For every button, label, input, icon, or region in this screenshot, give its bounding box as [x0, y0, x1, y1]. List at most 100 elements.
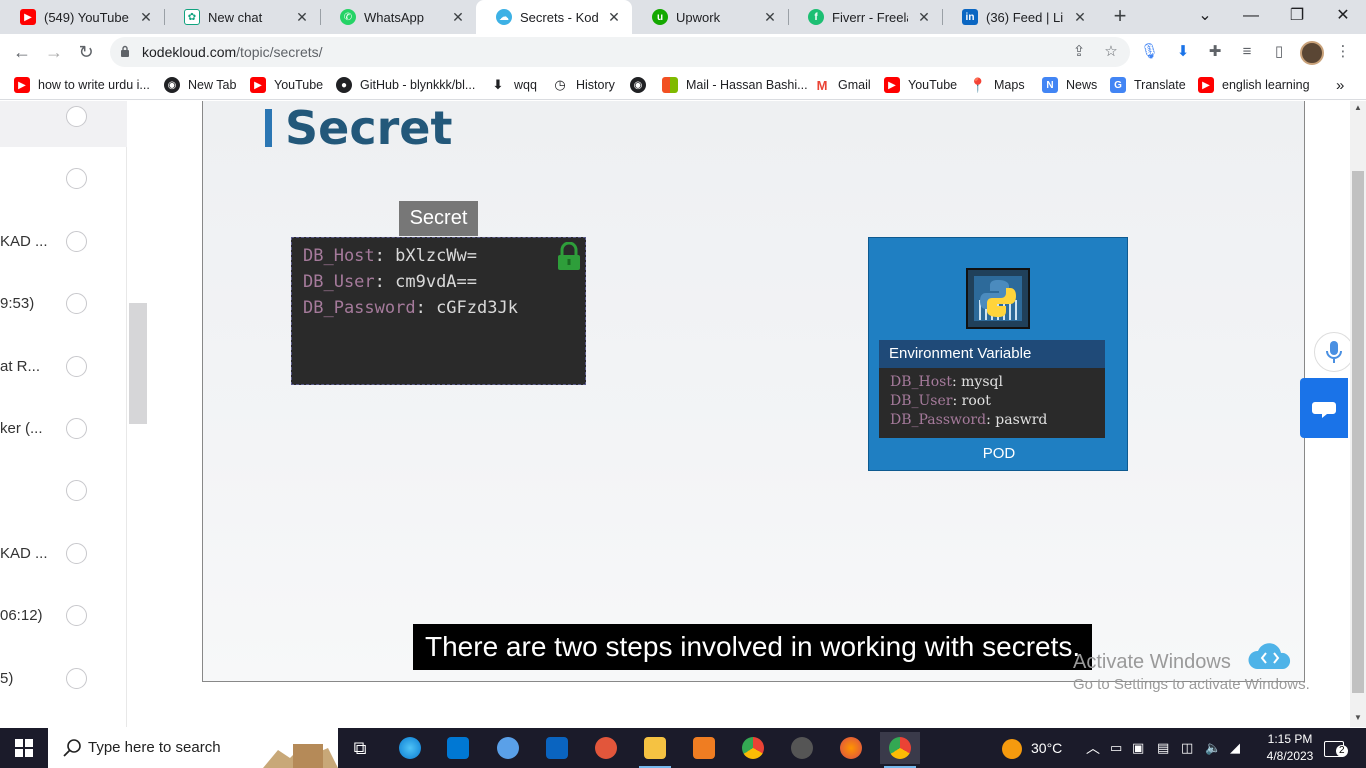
- lesson-item[interactable]: ker (...: [0, 414, 127, 444]
- lesson-item[interactable]: 9:53): [0, 289, 127, 319]
- notification-center-button[interactable]: 2: [1324, 728, 1348, 768]
- mail-app[interactable]: [537, 732, 577, 764]
- snail-app[interactable]: [586, 732, 626, 764]
- settings-app[interactable]: [684, 732, 724, 764]
- restore-button[interactable]: ❐: [1274, 0, 1320, 34]
- reload-button[interactable]: ↻: [74, 40, 98, 64]
- tab-fiverr[interactable]: f Fiverr - Freelance ✕: [788, 0, 942, 34]
- close-icon[interactable]: ✕: [1072, 9, 1088, 26]
- edge-app[interactable]: [390, 732, 430, 764]
- more-bookmarks-chevron-icon[interactable]: »: [1336, 76, 1344, 94]
- bookmark-item[interactable]: Mail - Hassan Bashi...: [662, 76, 808, 94]
- microphone-extension-icon[interactable]: 🎙: [1140, 43, 1159, 61]
- voice-input-button[interactable]: [1314, 332, 1350, 372]
- media-queue-icon[interactable]: ≡: [1238, 43, 1256, 61]
- close-icon[interactable]: ✕: [762, 9, 778, 26]
- close-icon[interactable]: ✕: [138, 9, 154, 26]
- lesson-complete-radio[interactable]: [66, 543, 87, 564]
- store-app[interactable]: [438, 732, 478, 764]
- lesson-complete-radio[interactable]: [66, 418, 87, 439]
- page-scrollbar-thumb[interactable]: [1352, 171, 1364, 693]
- lesson-complete-radio[interactable]: [66, 293, 87, 314]
- lesson-complete-radio[interactable]: [66, 356, 87, 377]
- bookmark-item[interactable]: ● GitHub - blynkkk/bl...: [336, 76, 475, 94]
- menu-kebab-icon[interactable]: ⋮: [1334, 43, 1352, 61]
- close-icon[interactable]: ✕: [916, 9, 932, 26]
- chevron-up-icon[interactable]: ︿: [1086, 728, 1100, 768]
- lesson-complete-radio[interactable]: [66, 480, 87, 501]
- page-scrollbar[interactable]: ▲ ▼: [1350, 101, 1366, 727]
- lesson-item[interactable]: [0, 164, 127, 194]
- bookmark-item[interactable]: G Translate: [1110, 76, 1186, 94]
- weather-icon[interactable]: [1002, 728, 1022, 768]
- tab-linkedin[interactable]: in (36) Feed | Linked ✕: [942, 0, 1098, 34]
- bookmark-item[interactable]: ▶ YouTube: [884, 76, 957, 94]
- meet-now-icon[interactable]: ▣: [1132, 728, 1144, 768]
- bookmark-item[interactable]: N News: [1042, 76, 1097, 94]
- lesson-complete-radio[interactable]: [66, 106, 87, 127]
- chrome-active-app[interactable]: [880, 732, 920, 768]
- lesson-item[interactable]: 06:12): [0, 601, 127, 631]
- battery-icon[interactable]: ▭: [1110, 728, 1122, 768]
- lesson-item[interactable]: KAD ...: [0, 539, 127, 569]
- close-window-button[interactable]: ✕: [1320, 0, 1366, 34]
- forward-button[interactable]: →: [42, 40, 66, 64]
- tab-upwork[interactable]: u Upwork ✕: [632, 0, 788, 34]
- device-icon[interactable]: ▤: [1157, 728, 1169, 768]
- wifi-icon[interactable]: ◢: [1230, 728, 1240, 768]
- back-button[interactable]: ←: [10, 40, 34, 64]
- chrome-app[interactable]: [733, 732, 773, 764]
- tab-search-chevron-icon[interactable]: ⌄: [1182, 0, 1228, 34]
- taskbar-search[interactable]: Type here to search: [48, 728, 338, 768]
- lesson-item[interactable]: 5): [0, 664, 127, 694]
- tab-youtube[interactable]: ▶ (549) YouTube ✕: [0, 0, 164, 34]
- bookmark-item[interactable]: ⬇ wqq: [490, 76, 537, 94]
- bookmark-item[interactable]: 📍 Maps: [969, 76, 1024, 94]
- lesson-complete-radio[interactable]: [66, 605, 87, 626]
- scroll-up-arrow-icon[interactable]: ▲: [1353, 103, 1363, 112]
- scroll-down-arrow-icon[interactable]: ▼: [1353, 713, 1363, 722]
- bookmark-item[interactable]: ▶ how to write urdu i...: [14, 76, 150, 94]
- address-bar[interactable]: kodekloud.com/topic/secrets/ ⇪ ☆: [110, 37, 1130, 67]
- lesson-item[interactable]: [0, 476, 127, 506]
- side-panel-icon[interactable]: ▯: [1270, 43, 1288, 61]
- download-extension-icon[interactable]: ⬇: [1174, 43, 1192, 61]
- file-explorer-app[interactable]: [635, 732, 675, 768]
- close-icon[interactable]: ✕: [294, 9, 310, 26]
- bookmark-item[interactable]: ▶ YouTube: [250, 76, 323, 94]
- start-button[interactable]: [0, 728, 48, 768]
- lesson-complete-radio[interactable]: [66, 231, 87, 252]
- tab-secrets-kodekloud[interactable]: ☁ Secrets - KodeKlo ✕: [476, 0, 632, 34]
- camera-app[interactable]: [782, 732, 822, 764]
- close-icon[interactable]: ✕: [606, 9, 622, 26]
- chat-support-button[interactable]: [1300, 378, 1348, 438]
- temperature-text[interactable]: 30°C: [1031, 728, 1062, 768]
- sidebar-scrollbar-thumb[interactable]: [129, 303, 147, 424]
- close-icon[interactable]: ✕: [450, 9, 466, 26]
- bookmark-item[interactable]: ▶ english learning: [1198, 76, 1310, 94]
- profile-avatar[interactable]: [1300, 41, 1324, 65]
- new-tab-button[interactable]: +: [1110, 5, 1130, 28]
- firefox-app[interactable]: [831, 732, 871, 764]
- bookmark-item[interactable]: ◉: [630, 76, 654, 94]
- edge-beta-app[interactable]: [488, 732, 528, 764]
- task-view-button[interactable]: ⧉: [340, 732, 380, 764]
- camera-tray-icon[interactable]: ◫: [1181, 728, 1193, 768]
- share-icon[interactable]: ⇪: [1070, 43, 1088, 61]
- bookmark-item[interactable]: ◉ New Tab: [164, 76, 236, 94]
- minimize-button[interactable]: —: [1228, 0, 1274, 34]
- lesson-item[interactable]: KAD ...: [0, 227, 127, 257]
- tab-whatsapp[interactable]: ✆ WhatsApp ✕: [320, 0, 476, 34]
- tab-new-chat[interactable]: ✿ New chat ✕: [164, 0, 320, 34]
- lesson-complete-radio[interactable]: [66, 668, 87, 689]
- bookmark-item[interactable]: ◷ History: [552, 76, 615, 94]
- volume-icon[interactable]: 🔈: [1205, 728, 1221, 768]
- lesson-complete-radio[interactable]: [66, 168, 87, 189]
- extensions-puzzle-icon[interactable]: ✚: [1206, 43, 1224, 61]
- video-player[interactable]: Secret Secret DB_Host: bXlzcWw= DB_User:…: [202, 101, 1305, 682]
- bookmark-star-icon[interactable]: ☆: [1102, 43, 1120, 61]
- lesson-item[interactable]: [0, 102, 127, 132]
- lesson-item[interactable]: at R...: [0, 352, 127, 382]
- system-clock[interactable]: 1:15 PM 4/8/2023: [1260, 731, 1320, 765]
- bookmark-item[interactable]: M Gmail: [814, 76, 871, 94]
